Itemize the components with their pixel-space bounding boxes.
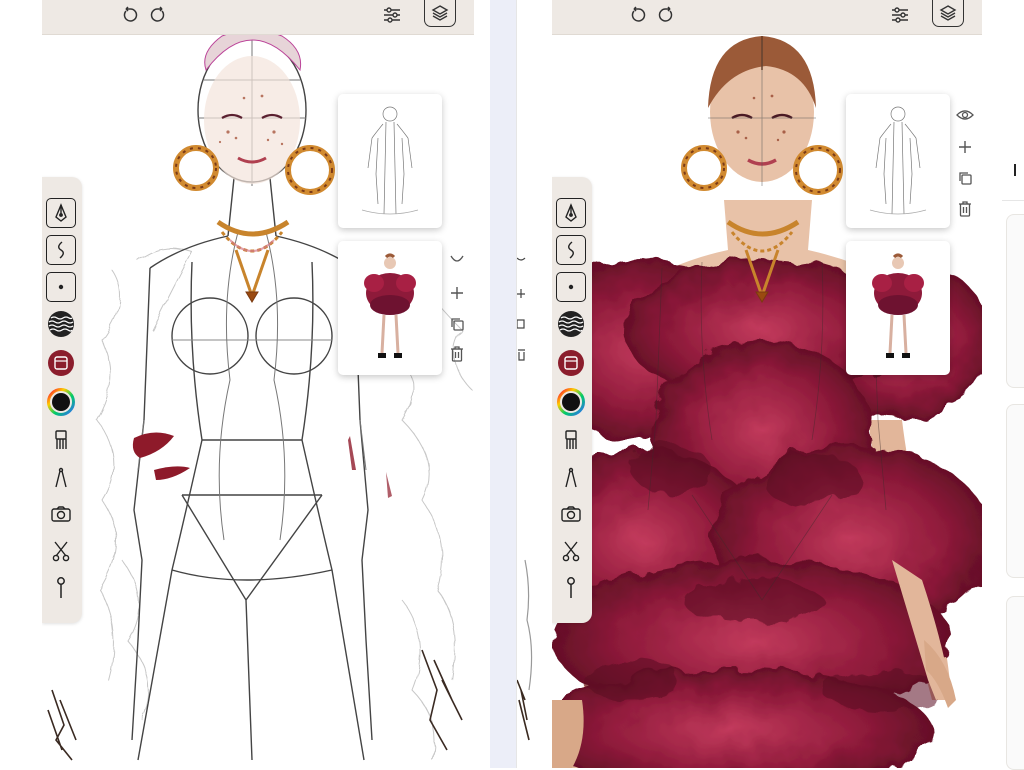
adjustments-icon[interactable]: [888, 3, 912, 27]
adjustments-icon[interactable]: [380, 3, 404, 27]
left-panel-edge: [474, 0, 490, 768]
painted-panel: [552, 0, 982, 768]
pen-nib-icon[interactable]: [556, 198, 586, 228]
offscreen-card: [1006, 596, 1024, 770]
tool-palette: [552, 177, 592, 623]
sketch-panel: [42, 0, 474, 768]
panel-divider: [490, 0, 516, 768]
duplicate-icon[interactable]: [447, 314, 467, 334]
curve-line-icon[interactable]: [556, 235, 586, 265]
dot-brush-icon[interactable]: [46, 272, 76, 302]
compass-icon[interactable]: [556, 463, 586, 493]
color-swatch[interactable]: [46, 348, 76, 378]
red-dress-reference-layer[interactable]: [338, 241, 442, 375]
undo-icon[interactable]: [118, 3, 142, 27]
trash-icon[interactable]: [955, 199, 975, 219]
curve-line-icon[interactable]: [46, 235, 76, 265]
right-panel-partial-view: [516, 0, 553, 768]
trash-icon[interactable]: [447, 344, 467, 364]
offscreen-card: [1006, 214, 1024, 388]
color-swatch[interactable]: [556, 348, 586, 378]
red-dress-reference-layer[interactable]: [846, 241, 950, 375]
duplicate-icon[interactable]: [955, 168, 975, 188]
top-bar: [42, 0, 474, 35]
color-wheel[interactable]: [46, 387, 76, 417]
camera-icon[interactable]: [46, 499, 76, 529]
comb-brush-icon[interactable]: [46, 425, 76, 455]
dot-brush-icon[interactable]: [556, 272, 586, 302]
left-margin: [0, 0, 42, 768]
pin-icon[interactable]: [556, 573, 586, 603]
layers-icon[interactable]: [932, 0, 964, 27]
add-icon[interactable]: [955, 137, 975, 157]
add-icon[interactable]: [447, 283, 467, 303]
pin-icon[interactable]: [46, 573, 76, 603]
top-bar: [552, 0, 982, 35]
line-sketch-layer[interactable]: [338, 94, 442, 228]
texture-pattern-icon[interactable]: [46, 309, 76, 339]
redo-icon[interactable]: [146, 3, 170, 27]
color-wheel[interactable]: [556, 387, 586, 417]
scissors-icon[interactable]: [556, 536, 586, 566]
pen-nib-icon[interactable]: [46, 198, 76, 228]
partial-icon: [447, 250, 467, 270]
redo-icon[interactable]: [654, 3, 678, 27]
eye-icon[interactable]: [955, 105, 975, 125]
comb-brush-icon[interactable]: [556, 425, 586, 455]
offscreen-card: [1006, 404, 1024, 578]
undo-icon[interactable]: [626, 3, 650, 27]
camera-icon[interactable]: [556, 499, 586, 529]
layers-icon[interactable]: [424, 0, 456, 27]
compass-icon[interactable]: [46, 463, 76, 493]
texture-pattern-icon[interactable]: [556, 309, 586, 339]
line-sketch-layer[interactable]: [846, 94, 950, 228]
tool-palette: [42, 177, 82, 623]
scissors-icon[interactable]: [46, 536, 76, 566]
